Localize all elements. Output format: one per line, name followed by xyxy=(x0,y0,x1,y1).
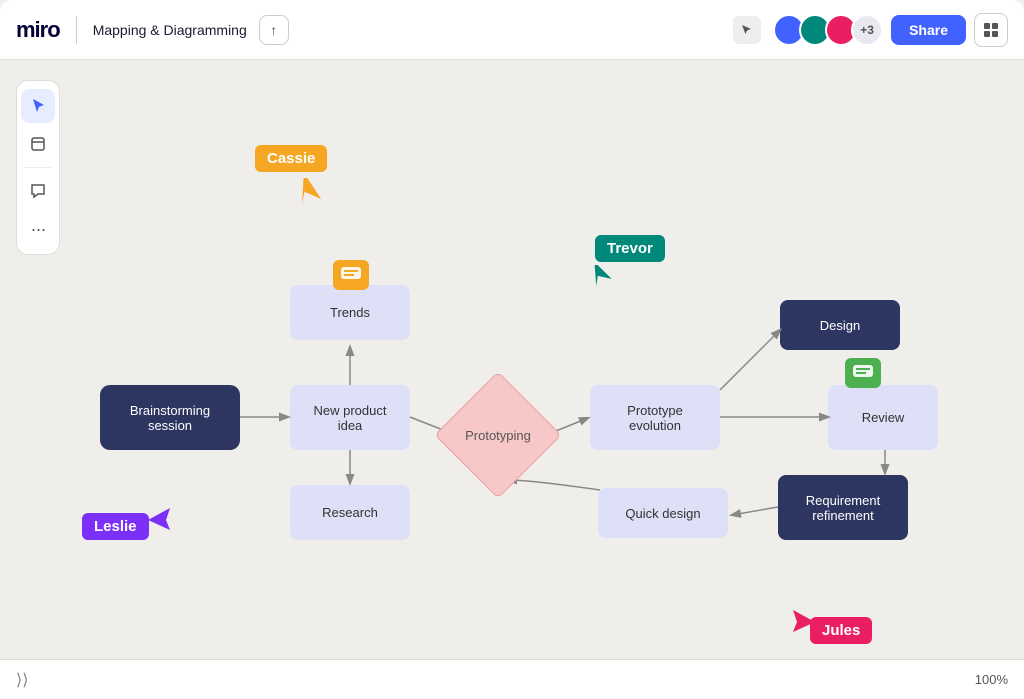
header-right: +3 Share xyxy=(733,13,1008,47)
expand-button[interactable]: ⟩⟩ xyxy=(16,670,28,690)
jules-label: Jules xyxy=(810,617,872,644)
toolbar-divider xyxy=(24,167,52,168)
header-divider xyxy=(76,16,77,44)
cursor-icon xyxy=(733,16,761,44)
requirement-node[interactable]: Requirement refinement xyxy=(778,475,908,540)
avatar-group: +3 xyxy=(773,14,883,46)
more-tools[interactable]: ··· xyxy=(21,212,55,246)
design-node[interactable]: Design xyxy=(780,300,900,350)
trevor-label: Trevor xyxy=(595,235,665,262)
prototype-evolution-node[interactable]: Prototype evolution xyxy=(590,385,720,450)
cursor-tool[interactable] xyxy=(21,89,55,123)
trends-comment-icon[interactable] xyxy=(333,260,369,290)
board-title[interactable]: Mapping & Diagramming xyxy=(93,22,247,38)
canvas: Cassie Trevor Leslie Jules Brainstorming… xyxy=(0,60,1024,699)
header: miro Mapping & Diagramming ↑ +3 Share xyxy=(0,0,1024,60)
trends-node[interactable]: Trends xyxy=(290,285,410,340)
leslie-label: Leslie xyxy=(82,513,149,540)
logo: miro xyxy=(16,17,60,43)
zoom-level[interactable]: 100% xyxy=(975,672,1008,687)
brainstorming-node[interactable]: Brainstorming session xyxy=(100,385,240,450)
template-button[interactable] xyxy=(974,13,1008,47)
quick-design-node[interactable]: Quick design xyxy=(598,488,728,538)
research-node[interactable]: Research xyxy=(290,485,410,540)
avatar-count: +3 xyxy=(851,14,883,46)
review-node[interactable]: Review xyxy=(828,385,938,450)
left-toolbar: ··· xyxy=(16,80,60,255)
bottom-bar: ⟩⟩ 100% xyxy=(0,659,1024,699)
new-product-node[interactable]: New product idea xyxy=(290,385,410,450)
sticky-tool[interactable] xyxy=(21,127,55,161)
upload-button[interactable]: ↑ xyxy=(259,15,289,45)
review-comment-icon[interactable] xyxy=(845,358,881,388)
comment-tool[interactable] xyxy=(21,174,55,208)
share-button[interactable]: Share xyxy=(891,15,966,45)
prototyping-node[interactable]: Prototyping xyxy=(453,390,543,480)
cassie-label: Cassie xyxy=(255,145,327,172)
